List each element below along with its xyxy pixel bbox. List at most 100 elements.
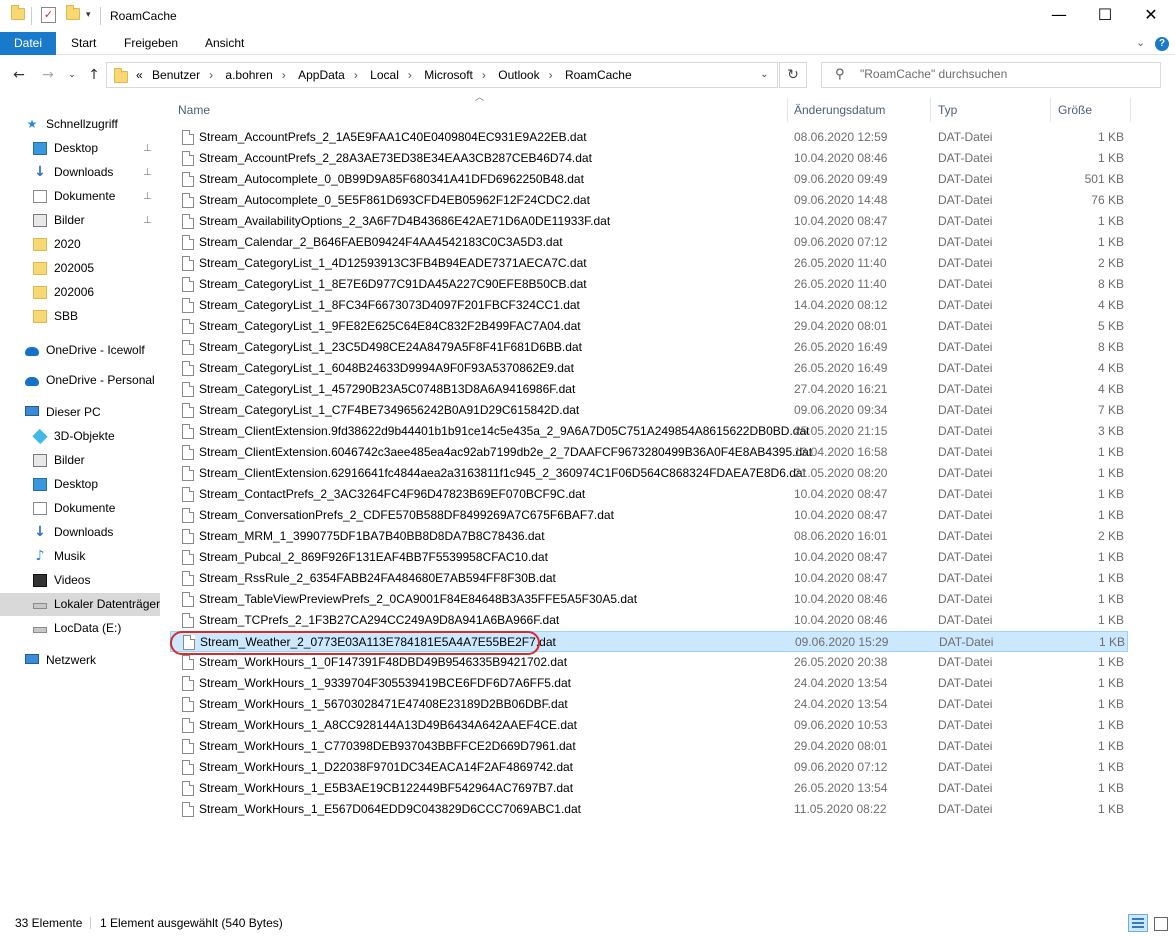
- sidebar-item-202006[interactable]: 202006: [0, 281, 160, 304]
- breadcrumb-appdata[interactable]: AppData: [298, 68, 345, 82]
- help-icon[interactable]: ?: [1155, 37, 1169, 51]
- properties-icon[interactable]: ✓: [41, 7, 56, 23]
- file-row[interactable]: Stream_Calendar_2_B646FAEB09424F4AA45421…: [170, 232, 1128, 253]
- file-row[interactable]: Stream_ClientExtension.9fd38622d9b44401b…: [170, 421, 1128, 442]
- sidebar-item-desktop[interactable]: Desktop: [0, 473, 160, 496]
- sidebar-item-schnellzugriff[interactable]: ★ Schnellzugriff: [0, 113, 160, 136]
- file-row[interactable]: Stream_AccountPrefs_2_1A5E9FAA1C40E04098…: [170, 127, 1128, 148]
- sidebar-item-videos[interactable]: Videos: [0, 569, 160, 592]
- file-row[interactable]: Stream_WorkHours_1_C770398DEB937043BBFFC…: [170, 736, 1128, 757]
- file-row[interactable]: Stream_WorkHours_1_A8CC928144A13D49B6434…: [170, 715, 1128, 736]
- recent-locations-icon[interactable]: ⌄: [63, 66, 81, 84]
- pin-icon[interactable]: ⊥: [143, 185, 152, 208]
- column-divider[interactable]: [787, 98, 788, 122]
- sidebar-item-202005[interactable]: 202005: [0, 257, 160, 280]
- sidebar-item-dokumente[interactable]: Dokumente ⊥: [0, 185, 160, 208]
- back-arrow-icon[interactable]: ←: [10, 66, 28, 84]
- breadcrumb-outlook[interactable]: Outlook: [498, 68, 539, 82]
- file-row[interactable]: Stream_Autocomplete_0_5E5F861D693CFD4EB0…: [170, 190, 1128, 211]
- forward-arrow-icon[interactable]: →: [39, 66, 57, 84]
- file-row[interactable]: Stream_CategoryList_1_8E7E6D977C91DA45A2…: [170, 274, 1128, 295]
- sidebar-item-onedrive-icewolf[interactable]: OneDrive - Icewolf: [0, 339, 160, 362]
- file-row[interactable]: Stream_ContactPrefs_2_3AC3264FC4F96D4782…: [170, 484, 1128, 505]
- quick-access-dropdown-icon[interactable]: ▾: [86, 9, 91, 20]
- sidebar-item-dokumente[interactable]: Dokumente: [0, 497, 160, 520]
- sidebar-item-onedrive-personal[interactable]: OneDrive - Personal: [0, 369, 160, 392]
- chevron-down-icon[interactable]: ⌄: [751, 63, 777, 87]
- tab-start[interactable]: Start: [57, 32, 110, 55]
- column-divider[interactable]: [930, 98, 931, 122]
- sidebar-item-musik[interactable]: ♪ Musik: [0, 545, 160, 568]
- chevron-right-icon[interactable]: ›: [408, 68, 412, 82]
- file-row[interactable]: Stream_WorkHours_1_E567D064EDD9C043829D6…: [170, 799, 1128, 820]
- address-bar[interactable]: « Benutzer › a.bohren › AppData › Local › Mi…: [106, 62, 778, 88]
- new-folder-icon[interactable]: [66, 5, 80, 20]
- chevron-right-icon[interactable]: ›: [549, 68, 553, 82]
- sidebar-item-netzwerk[interactable]: Netzwerk: [0, 649, 160, 672]
- pin-icon[interactable]: ⊥: [143, 209, 152, 232]
- column-header-name[interactable]: Name: [178, 96, 210, 124]
- pin-icon[interactable]: ⊥: [143, 161, 152, 184]
- file-row[interactable]: Stream_CategoryList_1_23C5D498CE24A8479A…: [170, 337, 1128, 358]
- column-header-size[interactable]: Größe: [1058, 96, 1092, 124]
- file-row[interactable]: Stream_WorkHours_1_56703028471E47408E231…: [170, 694, 1128, 715]
- close-button[interactable]: ✕: [1128, 0, 1174, 32]
- file-row[interactable]: Stream_MRM_1_3990775DF1BA7B40BB8D8DA7B8C…: [170, 526, 1128, 547]
- file-row[interactable]: Stream_ConversationPrefs_2_CDFE570B588DF…: [170, 505, 1128, 526]
- sidebar-item-downloads[interactable]: ↓ Downloads ⊥: [0, 161, 160, 184]
- breadcrumb-benutzer[interactable]: Benutzer: [152, 68, 200, 82]
- column-header-date[interactable]: Änderungsdatum: [794, 96, 885, 124]
- sidebar-item-3d-objekte[interactable]: 3D-Objekte: [0, 425, 160, 448]
- search-box[interactable]: ⚲: [821, 62, 1161, 88]
- chevron-right-icon[interactable]: ›: [282, 68, 286, 82]
- expand-ribbon-icon[interactable]: ⌄: [1132, 34, 1150, 52]
- file-row[interactable]: Stream_TCPrefs_2_1F3B27CA294CC249A9D8A94…: [170, 610, 1128, 631]
- pin-icon[interactable]: ⊥: [143, 137, 152, 160]
- sidebar-item-desktop[interactable]: Desktop ⊥: [0, 137, 160, 160]
- details-view-icon[interactable]: [1128, 914, 1148, 932]
- up-arrow-icon[interactable]: ↑: [85, 66, 103, 84]
- file-row[interactable]: Stream_CategoryList_1_C7F4BE7349656242B0…: [170, 400, 1128, 421]
- file-row[interactable]: Stream_AccountPrefs_2_28A3AE73ED38E34EAA…: [170, 148, 1128, 169]
- breadcrumb-overflow[interactable]: «: [136, 68, 143, 82]
- sidebar-item-2020[interactable]: 2020: [0, 233, 160, 256]
- refresh-icon[interactable]: ↻: [779, 62, 807, 88]
- breadcrumb-microsoft[interactable]: Microsoft: [424, 68, 473, 82]
- column-header-type[interactable]: Typ: [938, 96, 957, 124]
- chevron-right-icon[interactable]: ›: [209, 68, 213, 82]
- tab-ansicht[interactable]: Ansicht: [191, 32, 258, 55]
- sidebar-item-sbb[interactable]: SBB: [0, 305, 160, 328]
- file-row[interactable]: Stream_ClientExtension.62916641fc4844aea…: [170, 463, 1128, 484]
- file-row[interactable]: Stream_CategoryList_1_9FE82E625C64E84C83…: [170, 316, 1128, 337]
- file-row[interactable]: Stream_ClientExtension.6046742c3aee485ea…: [170, 442, 1128, 463]
- sidebar-item-downloads[interactable]: ↓ Downloads: [0, 521, 160, 544]
- column-divider[interactable]: [1050, 98, 1051, 122]
- chevron-right-icon[interactable]: ›: [354, 68, 358, 82]
- file-row[interactable]: Stream_CategoryList_1_4D12593913C3FB4B94…: [170, 253, 1128, 274]
- file-row[interactable]: Stream_CategoryList_1_6048B24633D9994A9F…: [170, 358, 1128, 379]
- maximize-button[interactable]: ☐: [1082, 0, 1128, 32]
- tab-freigeben[interactable]: Freigeben: [110, 32, 192, 55]
- sidebar-item-locdata-e[interactable]: LocData (E:): [0, 617, 160, 640]
- tab-datei[interactable]: Datei: [0, 32, 56, 55]
- breadcrumb-roamcache[interactable]: RoamCache: [565, 68, 632, 82]
- file-row[interactable]: Stream_TableViewPreviewPrefs_2_0CA9001F8…: [170, 589, 1128, 610]
- file-row[interactable]: Stream_WorkHours_1_D22038F9701DC34EACA14…: [170, 757, 1128, 778]
- file-row[interactable]: Stream_CategoryList_1_8FC34F6673073D4097…: [170, 295, 1128, 316]
- sidebar-item-bilder[interactable]: Bilder ⊥: [0, 209, 160, 232]
- file-row[interactable]: Stream_AvailabilityOptions_2_3A6F7D4B436…: [170, 211, 1128, 232]
- file-row[interactable]: Stream_Autocomplete_0_0B99D9A85F680341A4…: [170, 169, 1128, 190]
- file-row[interactable]: Stream_WorkHours_1_9339704F305539419BCE6…: [170, 673, 1128, 694]
- breadcrumb-a-bohren[interactable]: a.bohren: [225, 68, 272, 82]
- file-row[interactable]: Stream_WorkHours_1_0F147391F48DBD49B9546…: [170, 652, 1128, 673]
- sidebar-item-lokaler-datenträger[interactable]: Lokaler Datenträger: [0, 593, 160, 616]
- file-row[interactable]: Stream_Pubcal_2_869F926F131EAF4BB7F55399…: [170, 547, 1128, 568]
- file-row[interactable]: Stream_Weather_2_0773E03A113E784181E5A4A…: [170, 631, 1128, 652]
- breadcrumb-local[interactable]: Local: [370, 68, 399, 82]
- sidebar-item-bilder[interactable]: Bilder: [0, 449, 160, 472]
- chevron-right-icon[interactable]: ›: [482, 68, 486, 82]
- sidebar-item-dieser-pc[interactable]: Dieser PC: [0, 401, 160, 424]
- column-divider[interactable]: [1130, 98, 1131, 122]
- file-row[interactable]: Stream_CategoryList_1_457290B23A5C0748B1…: [170, 379, 1128, 400]
- search-input[interactable]: [860, 67, 1150, 81]
